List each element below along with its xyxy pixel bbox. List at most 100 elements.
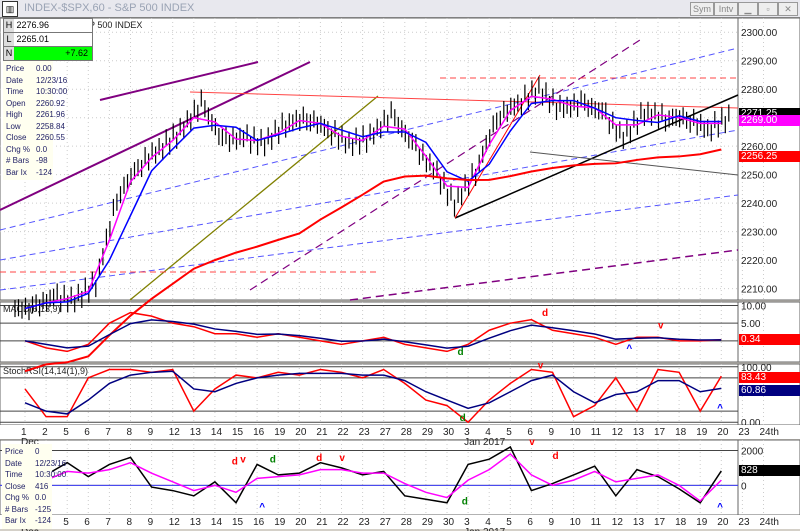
x-tick-label: 29 [422, 427, 434, 438]
info-label: High [6, 110, 23, 119]
annotation-label: d [460, 413, 466, 424]
chart-canvas[interactable]: 2300.002290.002280.002270.002260.002250.… [0, 0, 800, 531]
info-value: 10:30:00 [35, 470, 67, 479]
x-tick-label: 5 [63, 427, 69, 438]
x-tick-label: 5 [63, 517, 69, 528]
info-label: Open [6, 98, 26, 108]
net-change-readout: N +7.62 [3, 46, 93, 61]
annotation-label: v [240, 455, 246, 466]
annotation-label: d [553, 451, 559, 462]
x-tick-label: 10 [570, 517, 582, 528]
data-window-indicator: Price 0 Date 12/23/16 Time 10:30:00 Close 416 Ch… [2, 444, 66, 529]
info-row: Chg % 0.0 [5, 492, 49, 504]
x-tick-label: 21 [316, 427, 328, 438]
y-tick-label: 2240.00 [741, 199, 778, 210]
info-row: Date 12/23/16 [6, 75, 67, 87]
x-tick-label: 19 [274, 427, 286, 438]
x-tick-label: 13 [190, 517, 202, 528]
info-row: Close 2260.55 [6, 132, 65, 144]
info-row: Date 12/23/16 [5, 458, 66, 470]
annotation-label: d [232, 456, 238, 467]
annotation-label: d [458, 347, 464, 358]
plot-area [0, 439, 739, 516]
y-tick-label: 2250.00 [741, 171, 778, 182]
x-tick-label: 30 [443, 427, 455, 438]
annotation-label: v [658, 320, 664, 331]
x-tick-label: 9 [148, 427, 154, 438]
info-value: 2261.96 [36, 110, 65, 119]
y-tick-label: 2210.00 [741, 285, 778, 296]
x-tick-label: 17 [654, 517, 666, 528]
x-tick-label: 13 [190, 427, 202, 438]
info-label: Chg % [6, 144, 31, 154]
info-label: Price [6, 64, 25, 73]
panel-title: StochRSI(14,14(1),9) [3, 366, 88, 376]
stochrsi-tag: 60.86 [739, 385, 800, 396]
annotation-label: d [462, 497, 468, 508]
x-tick-label: 14 [211, 427, 223, 438]
x-tick-label: 12 [169, 427, 181, 438]
info-label: Time [6, 87, 24, 96]
x-tick-label: 23 [359, 427, 371, 438]
annotation-label: v [339, 453, 345, 464]
x-tick-label: 22 [338, 427, 350, 438]
macd-tag: 0.34 [739, 333, 800, 345]
data-window-main: Price 0.00 Date 12/23/16 Time 10:30:00 Open 226… [3, 61, 67, 180]
x-tick-label: 21 [316, 517, 328, 528]
x-tick-label: 8 [127, 517, 133, 528]
annotation-label: ^ [626, 343, 632, 354]
x-tick-label: 6 [527, 517, 533, 528]
info-row: Bar Ix -124 [5, 515, 52, 527]
info-row: Close 416 [5, 481, 49, 493]
info-row: Time 10:30:00 [5, 469, 66, 481]
info-value: -124 [36, 167, 53, 177]
info-value: -124 [35, 516, 52, 525]
x-tick-label: 16 [253, 427, 265, 438]
x-tick-label: 29 [422, 517, 434, 528]
x-tick-label: 20 [295, 517, 307, 528]
low-readout: L 2265.01 [3, 32, 93, 47]
x-tick-label: 5 [506, 427, 512, 438]
info-row: Price 0.00 [6, 63, 52, 75]
info-value: 2260.92 [36, 98, 65, 108]
x-tick-label: 18 [675, 517, 687, 528]
price-tag: 2256.25 [739, 150, 800, 162]
x-tick-label: 23 [359, 517, 371, 528]
x-tick-label: 12 [169, 517, 181, 528]
y-tick-label: 2300.00 [741, 28, 778, 39]
month-label: Jan 2017 [464, 437, 506, 448]
info-value: 0.0 [36, 144, 48, 154]
info-row: Chg % 0.0 [6, 144, 50, 156]
info-label: Date [5, 458, 22, 468]
annotation-label: v [529, 437, 535, 448]
x-tick-label: 9 [148, 517, 154, 528]
x-tick-label: 8 [127, 427, 133, 438]
x-tick-label: 19 [274, 517, 286, 528]
x-tick-label: 19 [696, 427, 708, 438]
annotation-label: ^ [717, 502, 723, 513]
y-tick-label: 5.00 [741, 319, 761, 330]
info-value: 2258.84 [36, 121, 65, 131]
info-value: 416 [35, 481, 49, 491]
info-row: Low 2258.84 [6, 121, 65, 133]
x-tick-label: 9 [549, 427, 555, 438]
info-value: 12/23/16 [36, 75, 68, 85]
annotation-label: d [542, 308, 548, 319]
panel-title: MACD(6,13,9) [3, 304, 61, 314]
info-value: 12/23/16 [35, 458, 67, 468]
info-row: Time 10:30:00 [6, 86, 67, 98]
info-label: # Bars [6, 156, 30, 165]
x-tick-label: 6 [84, 517, 90, 528]
x-tick-label: 15 [232, 427, 244, 438]
annotation-label: d [316, 453, 322, 464]
x-tick-label: 20 [717, 517, 729, 528]
info-label: Time [5, 470, 23, 479]
annotation-label: v [538, 360, 544, 371]
x-tick-label: 12 [612, 517, 624, 528]
x-tick-label: 24th [760, 517, 779, 528]
info-row: Bar Ix -124 [6, 167, 53, 179]
info-label: Close [6, 133, 27, 142]
x-tick-label: 27 [380, 427, 392, 438]
info-value: 2260.55 [36, 133, 65, 142]
month-label: Jan 2017 [464, 527, 506, 531]
